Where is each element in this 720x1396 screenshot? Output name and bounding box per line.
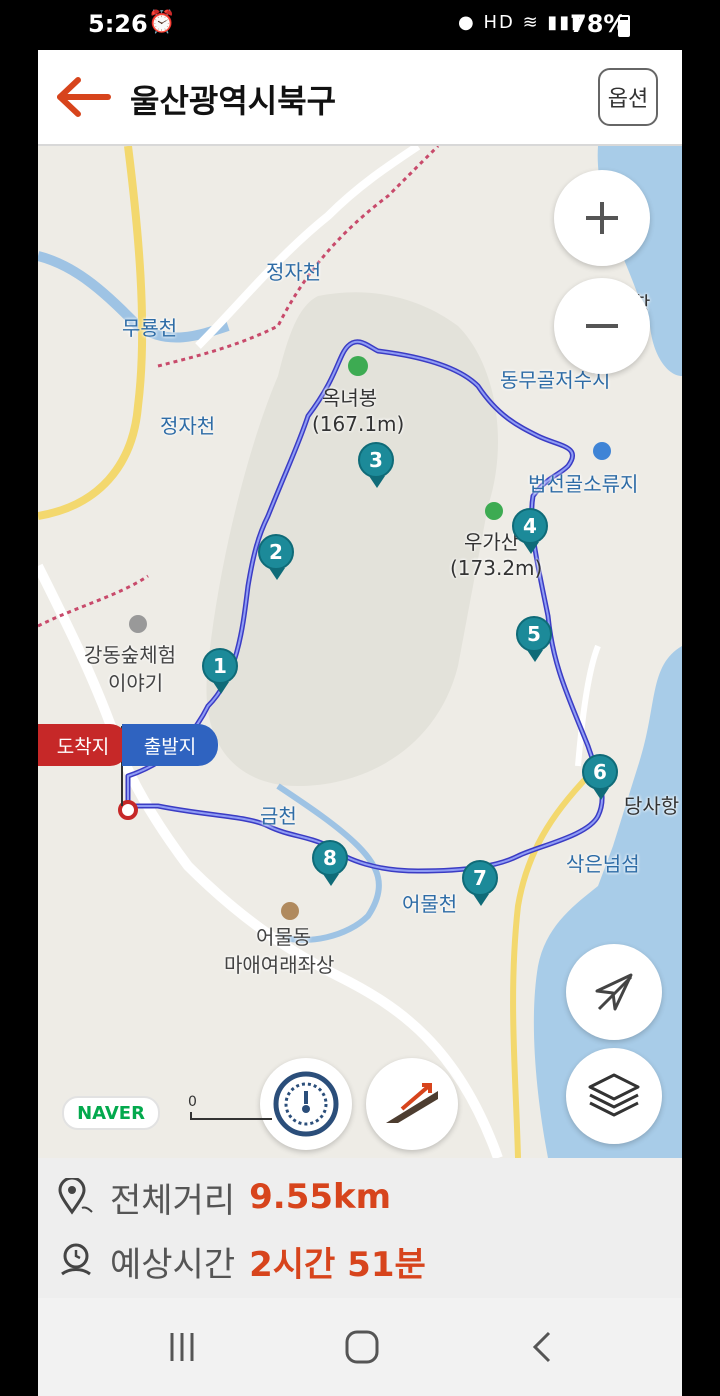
signal-icons: ● HD ≋ ▮▮▮ bbox=[458, 12, 583, 33]
place-label: (173.2m) bbox=[450, 556, 543, 580]
speedometer-icon bbox=[273, 1071, 339, 1137]
distance-value: 9.55km bbox=[249, 1177, 392, 1217]
back-button[interactable] bbox=[52, 72, 112, 122]
recents-button[interactable] bbox=[152, 1322, 212, 1372]
landmark-icon bbox=[281, 902, 299, 920]
zoom-in-button[interactable] bbox=[554, 170, 650, 266]
place-label: 마애여래좌상 bbox=[224, 953, 335, 977]
network-label: HD bbox=[483, 12, 515, 33]
mountain-icon bbox=[485, 502, 503, 520]
home-button[interactable] bbox=[332, 1322, 392, 1372]
back-nav-button[interactable] bbox=[512, 1322, 572, 1372]
clock-icon bbox=[61, 1243, 91, 1276]
waypoint-pin[interactable]: 4 bbox=[512, 508, 550, 558]
waypoint-pin[interactable]: 1 bbox=[202, 648, 240, 698]
wifi-icon: ≋ bbox=[522, 12, 540, 33]
naver-logo: NAVER bbox=[62, 1096, 160, 1130]
mountain-icon bbox=[348, 356, 368, 376]
plus-icon bbox=[586, 202, 618, 234]
place-label: 이야기 bbox=[108, 671, 164, 695]
recents-icon bbox=[170, 1333, 194, 1361]
location-icon: ● bbox=[458, 12, 476, 33]
scale-label: 0 bbox=[188, 1094, 197, 1110]
waypoint-pin[interactable]: 7 bbox=[462, 860, 500, 910]
reservoir-icon bbox=[593, 442, 611, 460]
place-label: (167.1m) bbox=[312, 412, 405, 436]
system-nav-bar bbox=[38, 1298, 682, 1396]
page-title: 울산광역시북구 bbox=[130, 82, 337, 120]
home-icon bbox=[345, 1330, 379, 1364]
compass-off-icon bbox=[595, 973, 633, 1011]
route-info-panel: 전체거리 9.55km 예상시간 2시간 51분 bbox=[38, 1158, 682, 1298]
scale-bar bbox=[190, 1112, 272, 1120]
zoom-out-button[interactable] bbox=[554, 278, 650, 374]
map-view[interactable]: 정자천 무룡천 정자천 옥녀봉 (167.1m) 동무골저수지 법선골소류지 우… bbox=[38, 146, 682, 1158]
waypoint-pin[interactable]: 2 bbox=[258, 534, 296, 584]
arrow-left-icon bbox=[57, 77, 111, 117]
option-button[interactable]: 옵션 bbox=[598, 68, 658, 126]
place-label: 금천 bbox=[260, 804, 297, 828]
start-flag: 출발지 bbox=[122, 724, 218, 766]
place-label: 법선골소류지 bbox=[528, 472, 639, 496]
time-value: 2시간 51분 bbox=[249, 1244, 426, 1285]
end-flag: 도착지 bbox=[38, 724, 128, 766]
place-label: 어물동 bbox=[256, 925, 312, 949]
poi-icon bbox=[129, 615, 147, 633]
chevron-left-icon bbox=[532, 1331, 551, 1363]
place-label: 어물천 bbox=[402, 892, 458, 916]
place-label: 정자천 bbox=[160, 414, 216, 438]
waypoint-pin[interactable]: 3 bbox=[358, 442, 396, 492]
app-header: 울산광역시북구 옵션 bbox=[38, 50, 682, 146]
place-label: 우가산 bbox=[464, 530, 520, 554]
waypoint-pin[interactable]: 5 bbox=[516, 616, 554, 666]
waypoint-pin[interactable]: 6 bbox=[582, 754, 620, 804]
place-label: 삭은넘섬 bbox=[566, 852, 640, 876]
distance-label: 전체거리 bbox=[110, 1180, 236, 1221]
status-bar: 5:26 ⏰ ● HD ≋ ▮▮▮ 78% bbox=[0, 0, 720, 50]
place-label: 강동숲체험 bbox=[84, 643, 176, 667]
layers-icon bbox=[588, 1073, 640, 1117]
compass-button[interactable] bbox=[566, 944, 662, 1040]
time-row: 예상시간 2시간 51분 bbox=[58, 1236, 426, 1286]
speed-button[interactable] bbox=[260, 1058, 352, 1150]
time-label: 예상시간 bbox=[110, 1244, 236, 1285]
waypoint-pin[interactable]: 8 bbox=[312, 840, 350, 890]
place-label: 무룡천 bbox=[122, 316, 178, 340]
distance-row: 전체거리 9.55km bbox=[58, 1172, 391, 1222]
status-time: 5:26 bbox=[88, 10, 148, 38]
alarm-icon: ⏰ bbox=[148, 10, 176, 35]
place-label: 당사항 bbox=[624, 794, 680, 818]
place-label: 옥녀봉 bbox=[322, 386, 378, 410]
layers-button[interactable] bbox=[566, 1048, 662, 1144]
place-label: 정자천 bbox=[266, 260, 322, 284]
battery-icon bbox=[618, 15, 630, 37]
elevation-icon bbox=[386, 1083, 438, 1123]
minus-icon bbox=[586, 324, 618, 328]
location-pin-icon bbox=[58, 1178, 93, 1215]
app-screen: 울산광역시북구 옵션 정자천 무룡천 정자천 옥녀봉 (167.1m) 동무골저… bbox=[38, 50, 682, 1396]
elevation-button[interactable] bbox=[366, 1058, 458, 1150]
